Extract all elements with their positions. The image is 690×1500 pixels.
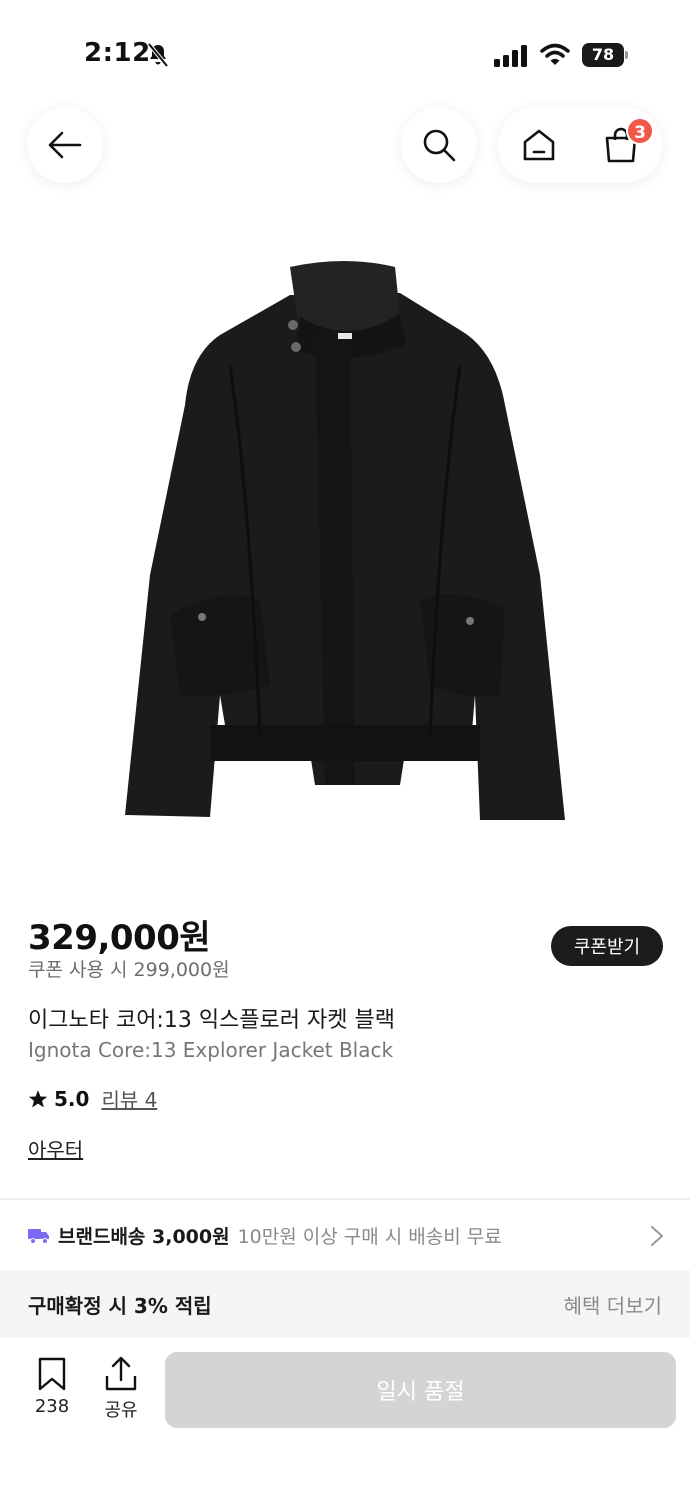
bookmark-count: 238 — [34, 1396, 70, 1417]
star-icon — [28, 1089, 48, 1107]
reviews-link[interactable]: 리뷰 4 — [101, 1084, 157, 1113]
truck-icon — [28, 1229, 49, 1244]
home-cart-group: 3 — [498, 107, 662, 183]
home-button[interactable] — [498, 107, 580, 183]
share-label: 공유 — [104, 1400, 138, 1421]
rating-row: 5.0 리뷰 4 — [28, 1084, 157, 1113]
chevron-right-icon — [651, 1226, 663, 1246]
sold-out-button[interactable]: 일시 품절 — [165, 1352, 676, 1428]
coupon-price: 쿠폰 사용 시 299,000원 — [28, 959, 230, 981]
product-name-korean: 이그노타 코어:13 익스플로러 자켓 블랙 — [28, 1008, 395, 1033]
cart-count-badge: 3 — [626, 117, 654, 145]
benefit-title: 구매확정 시 3% 적립 — [28, 1293, 212, 1318]
rating-score: 5.0 — [54, 1086, 90, 1111]
shipping-info-row[interactable]: 브랜드배송 3,000원 10만원 이상 구매 시 배송비 무료 — [0, 1200, 690, 1270]
battery-indicator: 78 — [582, 43, 628, 67]
battery-level: 78 — [582, 43, 624, 67]
bookmark-button[interactable]: 238 — [26, 1356, 78, 1417]
share-icon — [105, 1356, 137, 1391]
status-bar: 2:12 78 — [0, 0, 690, 100]
search-button[interactable] — [401, 107, 477, 183]
back-button[interactable] — [27, 107, 103, 183]
cart-button[interactable]: 3 — [580, 107, 662, 183]
shipping-title: 브랜드배송 3,000원 — [58, 1225, 230, 1248]
product-name-english: Ignota Core:13 Explorer Jacket Black — [28, 1038, 394, 1062]
product-price: 329,000원 — [28, 918, 211, 958]
share-button[interactable]: 공유 — [95, 1356, 147, 1422]
home-icon — [523, 129, 555, 161]
benefit-more-link[interactable]: 혜택 더보기 — [564, 1290, 662, 1319]
status-time: 2:12 — [84, 38, 151, 68]
search-icon — [423, 129, 456, 162]
arrow-left-icon — [48, 131, 82, 159]
bookmark-icon — [38, 1357, 66, 1391]
wifi-icon — [540, 43, 570, 65]
black-jacket-image[interactable] — [110, 255, 580, 835]
category-link[interactable]: 아우터 — [28, 1134, 83, 1163]
bottom-action-bar: 238 공유 일시 품절 — [0, 1338, 690, 1500]
bell-off-icon — [147, 42, 169, 68]
get-coupon-button[interactable]: 쿠폰받기 — [551, 926, 663, 966]
shipping-note: 10만원 이상 구매 시 배송비 무료 — [237, 1225, 502, 1248]
signal-icon — [494, 45, 527, 67]
benefit-row: 구매확정 시 3% 적립 혜택 더보기 — [0, 1270, 690, 1338]
